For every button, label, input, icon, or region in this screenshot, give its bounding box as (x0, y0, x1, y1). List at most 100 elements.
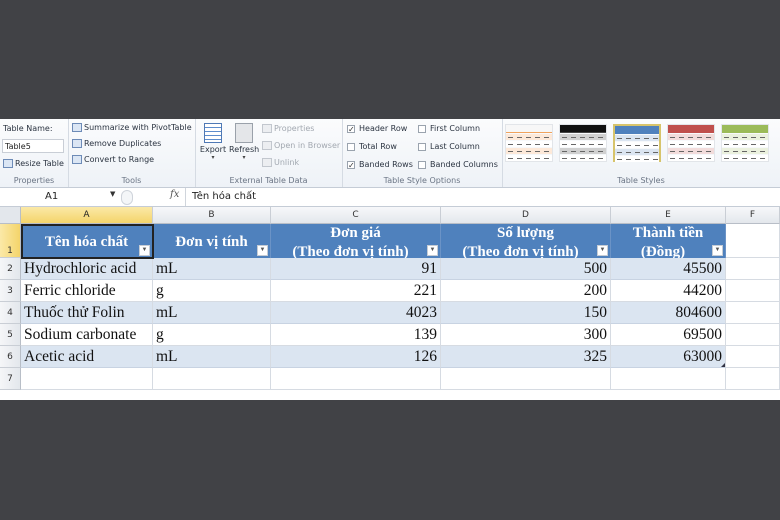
group-properties: Table Name: Table5 Resize Table Properti… (0, 119, 69, 187)
table-cell[interactable]: g (153, 280, 271, 302)
table-cell[interactable]: 200 (441, 280, 611, 302)
table-header-cell[interactable]: Đơn giá (Theo đơn vị tính) ▼ (271, 224, 441, 260)
column-header-F[interactable]: F (726, 207, 780, 224)
table-header-cell[interactable]: Đơn vị tính ▼ (153, 224, 271, 258)
unlink-button[interactable]: Unlink (262, 158, 299, 167)
empty-cell[interactable] (271, 368, 441, 390)
table-cell[interactable]: 44200 (611, 280, 726, 302)
empty-cell[interactable] (153, 368, 271, 390)
table-style-swatch-blue-medium[interactable] (613, 124, 661, 162)
row-header-7[interactable]: 7 (0, 368, 21, 390)
table-cell[interactable]: 150 (441, 302, 611, 324)
table-header-cell[interactable]: Thành tiền (Đồng) ▼ (611, 224, 726, 260)
table-cell[interactable]: 325 (441, 346, 611, 368)
header-row-checkbox[interactable]: ✓ Header Row (347, 124, 407, 133)
group-label-style-options: Table Style Options (383, 176, 461, 185)
last-column-checkbox[interactable]: Last Column (418, 142, 480, 151)
table-style-swatch-orange-light[interactable] (505, 124, 553, 162)
empty-cell[interactable] (726, 324, 780, 346)
table-cell[interactable]: 63000 (611, 346, 726, 368)
table-cell[interactable]: 126 (271, 346, 441, 368)
table-style-swatch-green-medium[interactable] (721, 124, 769, 162)
group-table-styles: Table Styles (502, 119, 780, 187)
banded-columns-checkbox[interactable]: Banded Columns (418, 160, 498, 169)
column-header-A[interactable]: A (21, 207, 153, 224)
export-button[interactable]: Export ▾ (198, 121, 228, 171)
empty-cell[interactable] (726, 302, 780, 324)
properties-icon (262, 124, 272, 133)
table-cell[interactable]: Thuốc thử Folin (21, 302, 153, 324)
table-cell[interactable]: 45500 (611, 258, 726, 280)
first-column-check-icon (418, 124, 426, 133)
filter-dropdown-icon[interactable]: ▼ (427, 245, 438, 256)
table-resize-handle[interactable] (721, 363, 725, 367)
excel-window: Table Name: Table5 Resize Table Properti… (0, 119, 780, 400)
header-line-1: Đơn vị tính (175, 234, 248, 250)
empty-cell[interactable] (441, 368, 611, 390)
summarize-pivot-button[interactable]: Summarize with PivotTable (72, 123, 192, 132)
table-header-cell[interactable]: Số lượng (Theo đơn vị tính) ▼ (441, 224, 611, 260)
filter-dropdown-icon[interactable]: ▼ (597, 245, 608, 256)
table-cell[interactable]: mL (153, 302, 271, 324)
table-cell[interactable]: Hydrochloric acid (21, 258, 153, 280)
row-header-1[interactable]: 1 (0, 224, 21, 258)
header-line-1: Đơn giá (330, 225, 381, 241)
insert-function-icon[interactable]: fx (170, 189, 179, 200)
table-cell[interactable]: Acetic acid (21, 346, 153, 368)
empty-cell[interactable] (726, 368, 780, 390)
row-header-4[interactable]: 4 (0, 302, 21, 324)
column-header-C[interactable]: C (271, 207, 441, 224)
table-cell[interactable]: 91 (271, 258, 441, 280)
total-row-checkbox[interactable]: Total Row (347, 142, 397, 151)
table-cell[interactable]: 221 (271, 280, 441, 302)
refresh-dropdown-caret: ▾ (242, 154, 246, 161)
properties-button[interactable]: Properties (262, 124, 314, 133)
name-box[interactable]: A1 (0, 189, 120, 205)
resize-table-label: Resize Table (15, 159, 64, 168)
empty-cell[interactable] (726, 346, 780, 368)
remove-duplicates-button[interactable]: Remove Duplicates (72, 139, 161, 148)
column-header-E[interactable]: E (611, 207, 726, 224)
table-cell[interactable]: 139 (271, 324, 441, 346)
table-header-cell[interactable]: Tên hóa chất ▼ (21, 224, 153, 258)
table-cell[interactable]: 4023 (271, 302, 441, 324)
row-header-3[interactable]: 3 (0, 280, 21, 302)
row-header-2[interactable]: 2 (0, 258, 21, 280)
open-in-browser-button[interactable]: Open in Browser (262, 141, 340, 150)
column-header-D[interactable]: D (441, 207, 611, 224)
banded-rows-checkbox[interactable]: ✓ Banded Rows (347, 160, 413, 169)
table-cell[interactable]: Sodium carbonate (21, 324, 153, 346)
filter-dropdown-icon[interactable]: ▼ (257, 245, 268, 256)
table-name-input[interactable]: Table5 (2, 139, 64, 153)
formula-input[interactable]: Tên hóa chất (192, 189, 256, 205)
row-header-5[interactable]: 5 (0, 324, 21, 346)
select-all-corner[interactable] (0, 207, 21, 224)
filter-dropdown-icon[interactable]: ▼ (712, 245, 723, 256)
formula-bar-expand-handle[interactable] (121, 190, 133, 205)
table-cell[interactable]: 500 (441, 258, 611, 280)
table-style-swatch-black-medium[interactable] (559, 124, 607, 162)
table-style-swatch-red-medium[interactable] (667, 124, 715, 162)
refresh-button[interactable]: Refresh ▾ (229, 121, 259, 171)
header-line-1: Số lượng (497, 225, 554, 241)
table-cell[interactable]: 300 (441, 324, 611, 346)
empty-cell[interactable] (611, 368, 726, 390)
filter-dropdown-icon[interactable]: ▼ (139, 245, 150, 256)
table-cell[interactable]: mL (153, 258, 271, 280)
column-header-B[interactable]: B (153, 207, 271, 224)
empty-cell[interactable] (726, 280, 780, 302)
convert-to-range-button[interactable]: Convert to Range (72, 155, 154, 164)
empty-cell[interactable] (21, 368, 153, 390)
table-cell[interactable]: 69500 (611, 324, 726, 346)
first-column-checkbox[interactable]: First Column (418, 124, 480, 133)
empty-cell[interactable] (726, 258, 780, 280)
ribbon-table-tools: Table Name: Table5 Resize Table Properti… (0, 119, 780, 188)
name-box-dropdown-icon[interactable]: ▼ (110, 190, 115, 198)
table-cell[interactable]: Ferric chloride (21, 280, 153, 302)
row-header-6[interactable]: 6 (0, 346, 21, 368)
empty-cell[interactable] (726, 224, 780, 258)
table-cell[interactable]: mL (153, 346, 271, 368)
table-cell[interactable]: 804600 (611, 302, 726, 324)
table-cell[interactable]: g (153, 324, 271, 346)
resize-table-button[interactable]: Resize Table (3, 159, 64, 168)
